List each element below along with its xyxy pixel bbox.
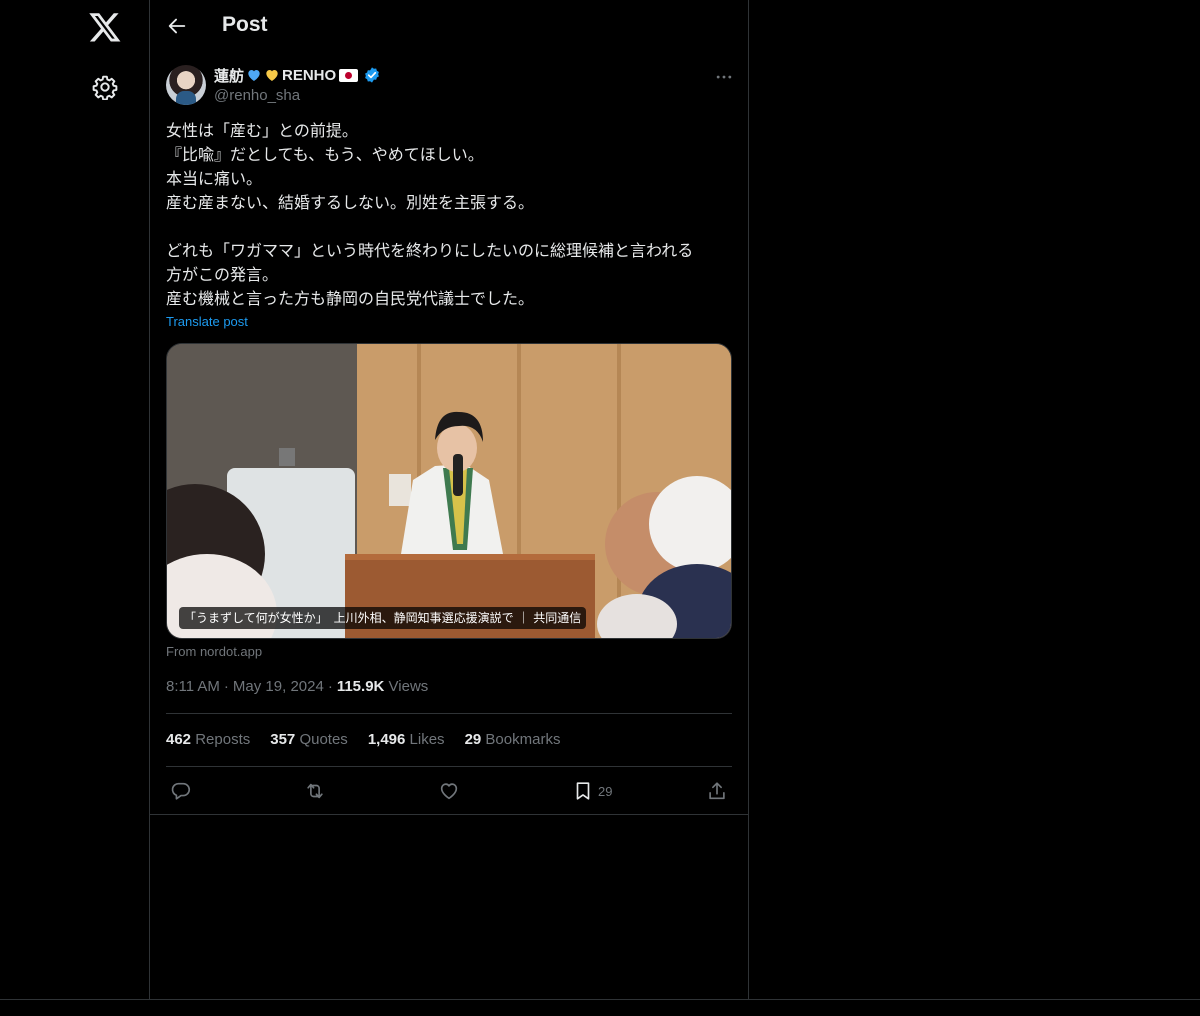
bookmarks-stat[interactable]: 29 Bookmarks	[465, 731, 561, 748]
bookmark-button[interactable]: 29	[572, 778, 612, 804]
post-line-blank	[166, 215, 736, 239]
like-button[interactable]	[438, 778, 460, 804]
author-display-suffix[interactable]: RENHO	[282, 67, 336, 84]
share-icon	[709, 782, 725, 800]
post-line: 産む産まない、結婚するしない。別姓を主張する。	[166, 193, 535, 212]
post-stats: 462 Reposts 357 Quotes 1,496 Likes 29 Bo…	[166, 731, 560, 748]
page-title: Post	[222, 13, 268, 36]
reply-button[interactable]	[170, 778, 192, 804]
bookmarks-label: Bookmarks	[485, 731, 561, 748]
post-line: どれも「ワガママ」という時代を終わりにしたいのに総理候補と言われる	[166, 241, 694, 260]
quotes-stat[interactable]: 357 Quotes	[270, 731, 348, 748]
japan-flag-icon	[339, 68, 359, 82]
post-line: 女性は「産む」との前提。	[166, 121, 358, 140]
reposts-stat[interactable]: 462 Reposts	[166, 731, 250, 748]
author-name-row[interactable]: 蓮舫 RENHO	[214, 65, 381, 85]
author-handle[interactable]: @renho_sha	[214, 87, 300, 104]
bookmark-count: 29	[598, 783, 613, 799]
divider	[166, 713, 732, 714]
post-line: 『比喩』だとしても、もう、やめてほしい。	[166, 145, 484, 164]
arrow-left-icon[interactable]	[166, 15, 188, 37]
meta-separator: ·	[327, 678, 333, 695]
x-logo-icon[interactable]	[88, 10, 122, 44]
post-line: 方がこの発言。	[166, 265, 279, 284]
likes-stat[interactable]: 1,496 Likes	[368, 731, 445, 748]
divider	[166, 766, 732, 767]
post-line: 産む機械と言った方も静岡の自民党代議士でした。	[166, 289, 535, 308]
quotes-label: Quotes	[299, 731, 348, 748]
translate-post-link[interactable]: Translate post	[166, 314, 248, 329]
link-card-image	[167, 344, 731, 638]
bookmark-icon	[576, 782, 590, 800]
likes-label: Likes	[409, 731, 445, 748]
meta-separator: ·	[223, 678, 229, 695]
repost-button[interactable]	[304, 778, 326, 804]
left-navigation	[0, 0, 149, 1000]
reposts-label: Reposts	[195, 731, 251, 748]
views-count: 115.9K	[336, 678, 385, 695]
verified-badge-icon[interactable]	[363, 66, 381, 84]
gear-icon[interactable]	[92, 74, 118, 100]
heart-icon	[440, 783, 458, 800]
post-author: 蓮舫 RENHO @renho_sha	[166, 65, 734, 107]
post-time[interactable]: 8:11 AM	[166, 678, 220, 695]
share-button[interactable]	[706, 778, 728, 804]
bottom-divider	[0, 999, 1200, 1000]
link-card-title: 「うまずして何が女性か」 上川外相、静岡知事選応援演説で ｜ 共同通信	[179, 607, 587, 629]
link-card-source[interactable]: From nordot.app	[166, 644, 262, 659]
link-card[interactable]: 「うまずして何が女性か」 上川外相、静岡知事選応援演説で ｜ 共同通信	[166, 343, 732, 639]
quotes-count: 357	[270, 731, 296, 748]
reposts-count: 462	[166, 731, 192, 748]
post-date[interactable]: May 19, 2024	[233, 678, 324, 695]
blue-heart-icon	[248, 70, 260, 81]
post-line: 本当に痛い。	[166, 169, 263, 188]
more-horizontal-icon[interactable]	[714, 67, 734, 87]
author-display-name[interactable]: 蓮舫	[214, 65, 244, 86]
post-actions: 29	[166, 778, 732, 804]
repost-icon	[307, 783, 323, 799]
post-meta: 8:11 AM · May 19, 2024 · 115.9K Views	[166, 678, 428, 695]
divider	[150, 814, 748, 815]
likes-count: 1,496	[367, 731, 406, 748]
post-detail-column: Post 蓮舫 RENHO @renho_sha 女性は「産む」との前提。 『比…	[149, 0, 749, 1000]
yellow-heart-icon	[266, 70, 278, 81]
reply-icon	[171, 782, 191, 800]
post-text: 女性は「産む」との前提。 『比喩』だとしても、もう、やめてほしい。 本当に痛い。…	[166, 119, 736, 311]
views-label: Views	[388, 678, 429, 695]
post-header: Post	[150, 0, 748, 54]
bookmarks-count: 29	[464, 731, 482, 748]
avatar[interactable]	[166, 65, 206, 105]
